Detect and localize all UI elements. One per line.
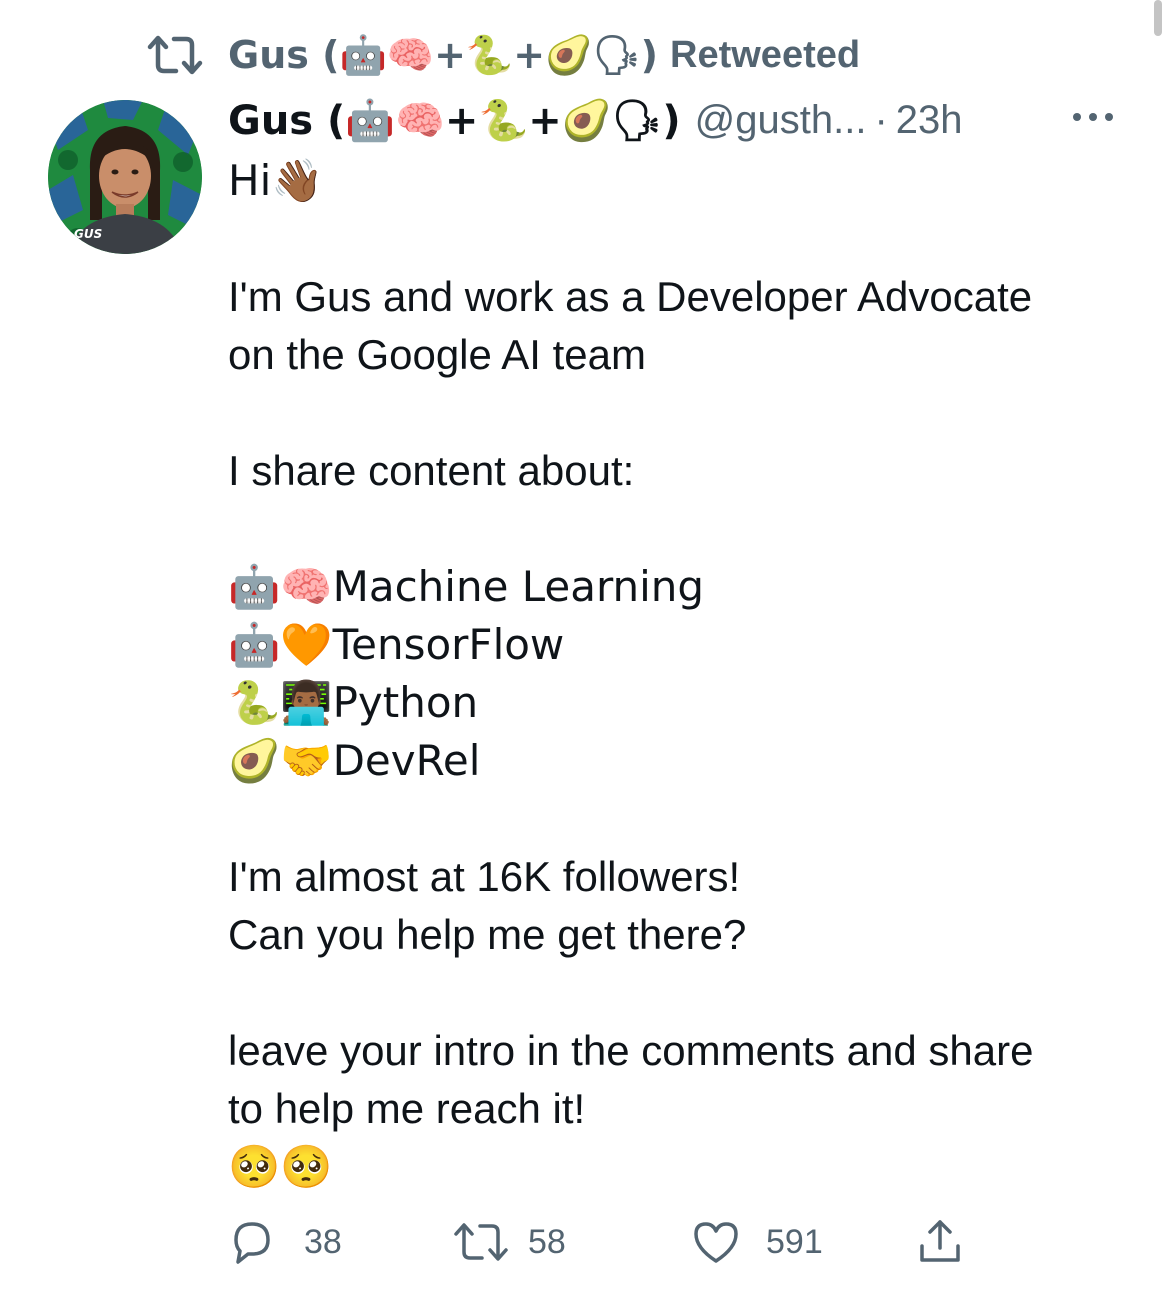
- topic-item: 🤖🧠Machine Learning: [228, 562, 705, 611]
- action-bar: 38 58 591: [226, 1212, 1026, 1272]
- tweet-line: to help me reach it!: [228, 1085, 586, 1132]
- user-handle[interactable]: @gusth...: [695, 98, 867, 143]
- retweet-icon: [454, 1223, 508, 1261]
- more-icon[interactable]: [1068, 102, 1118, 132]
- scrollbar[interactable]: [1154, 0, 1162, 36]
- reply-icon: [234, 1222, 270, 1264]
- like-count: 591: [766, 1222, 823, 1261]
- like-button[interactable]: 591: [690, 1212, 823, 1272]
- retweet-button[interactable]: 58: [452, 1212, 566, 1272]
- share-icon: [920, 1220, 960, 1262]
- retweet-icon: [147, 35, 203, 75]
- avatar-image: GUS: [48, 100, 202, 254]
- topic-item: 🐍👨🏾‍💻Python: [228, 678, 479, 727]
- share-button[interactable]: [914, 1212, 966, 1272]
- tweet-line: Hi👋🏾: [228, 156, 324, 205]
- retweet-banner: Gus (🤖🧠+🐍+🥑🗣) Retweeted: [146, 30, 860, 80]
- retweet-count: 58: [528, 1222, 566, 1261]
- tweet-header: Gus (🤖🧠+🐍+🥑🗣) @gusth... · 23h: [228, 94, 963, 146]
- topic-item: 🤖🧡TensorFlow: [228, 620, 565, 669]
- timestamp[interactable]: 23h: [896, 98, 963, 143]
- tweet-line: Can you help me get there?: [228, 911, 747, 958]
- tweet-line: I'm Gus and work as a Developer Advocate: [228, 273, 1033, 320]
- reply-button[interactable]: 38: [226, 1212, 342, 1272]
- separator-dot: ·: [874, 97, 888, 142]
- avatar[interactable]: GUS: [48, 100, 202, 254]
- tweet-line: leave your intro in the comments and sha…: [228, 1027, 1034, 1074]
- tweet-line: I'm almost at 16K followers!: [228, 853, 741, 900]
- tweet-line: I share content about:: [228, 447, 635, 494]
- reply-count: 38: [304, 1222, 342, 1261]
- tweet-line: 🥺🥺: [228, 1142, 333, 1191]
- display-name[interactable]: Gus (🤖🧠+🐍+🥑🗣): [228, 97, 681, 144]
- retweeted-label: Retweeted: [670, 33, 861, 76]
- tweet-body: Hi👋🏾 I'm Gus and work as a Developer Adv…: [228, 152, 1128, 1196]
- heart-icon: [694, 1222, 738, 1263]
- topic-item: 🥑🤝DevRel: [228, 736, 481, 785]
- retweeter-name[interactable]: Gus (🤖🧠+🐍+🥑🗣): [228, 33, 658, 78]
- tweet-line: on the Google AI team: [228, 331, 646, 378]
- avatar-caption: GUS: [74, 227, 102, 241]
